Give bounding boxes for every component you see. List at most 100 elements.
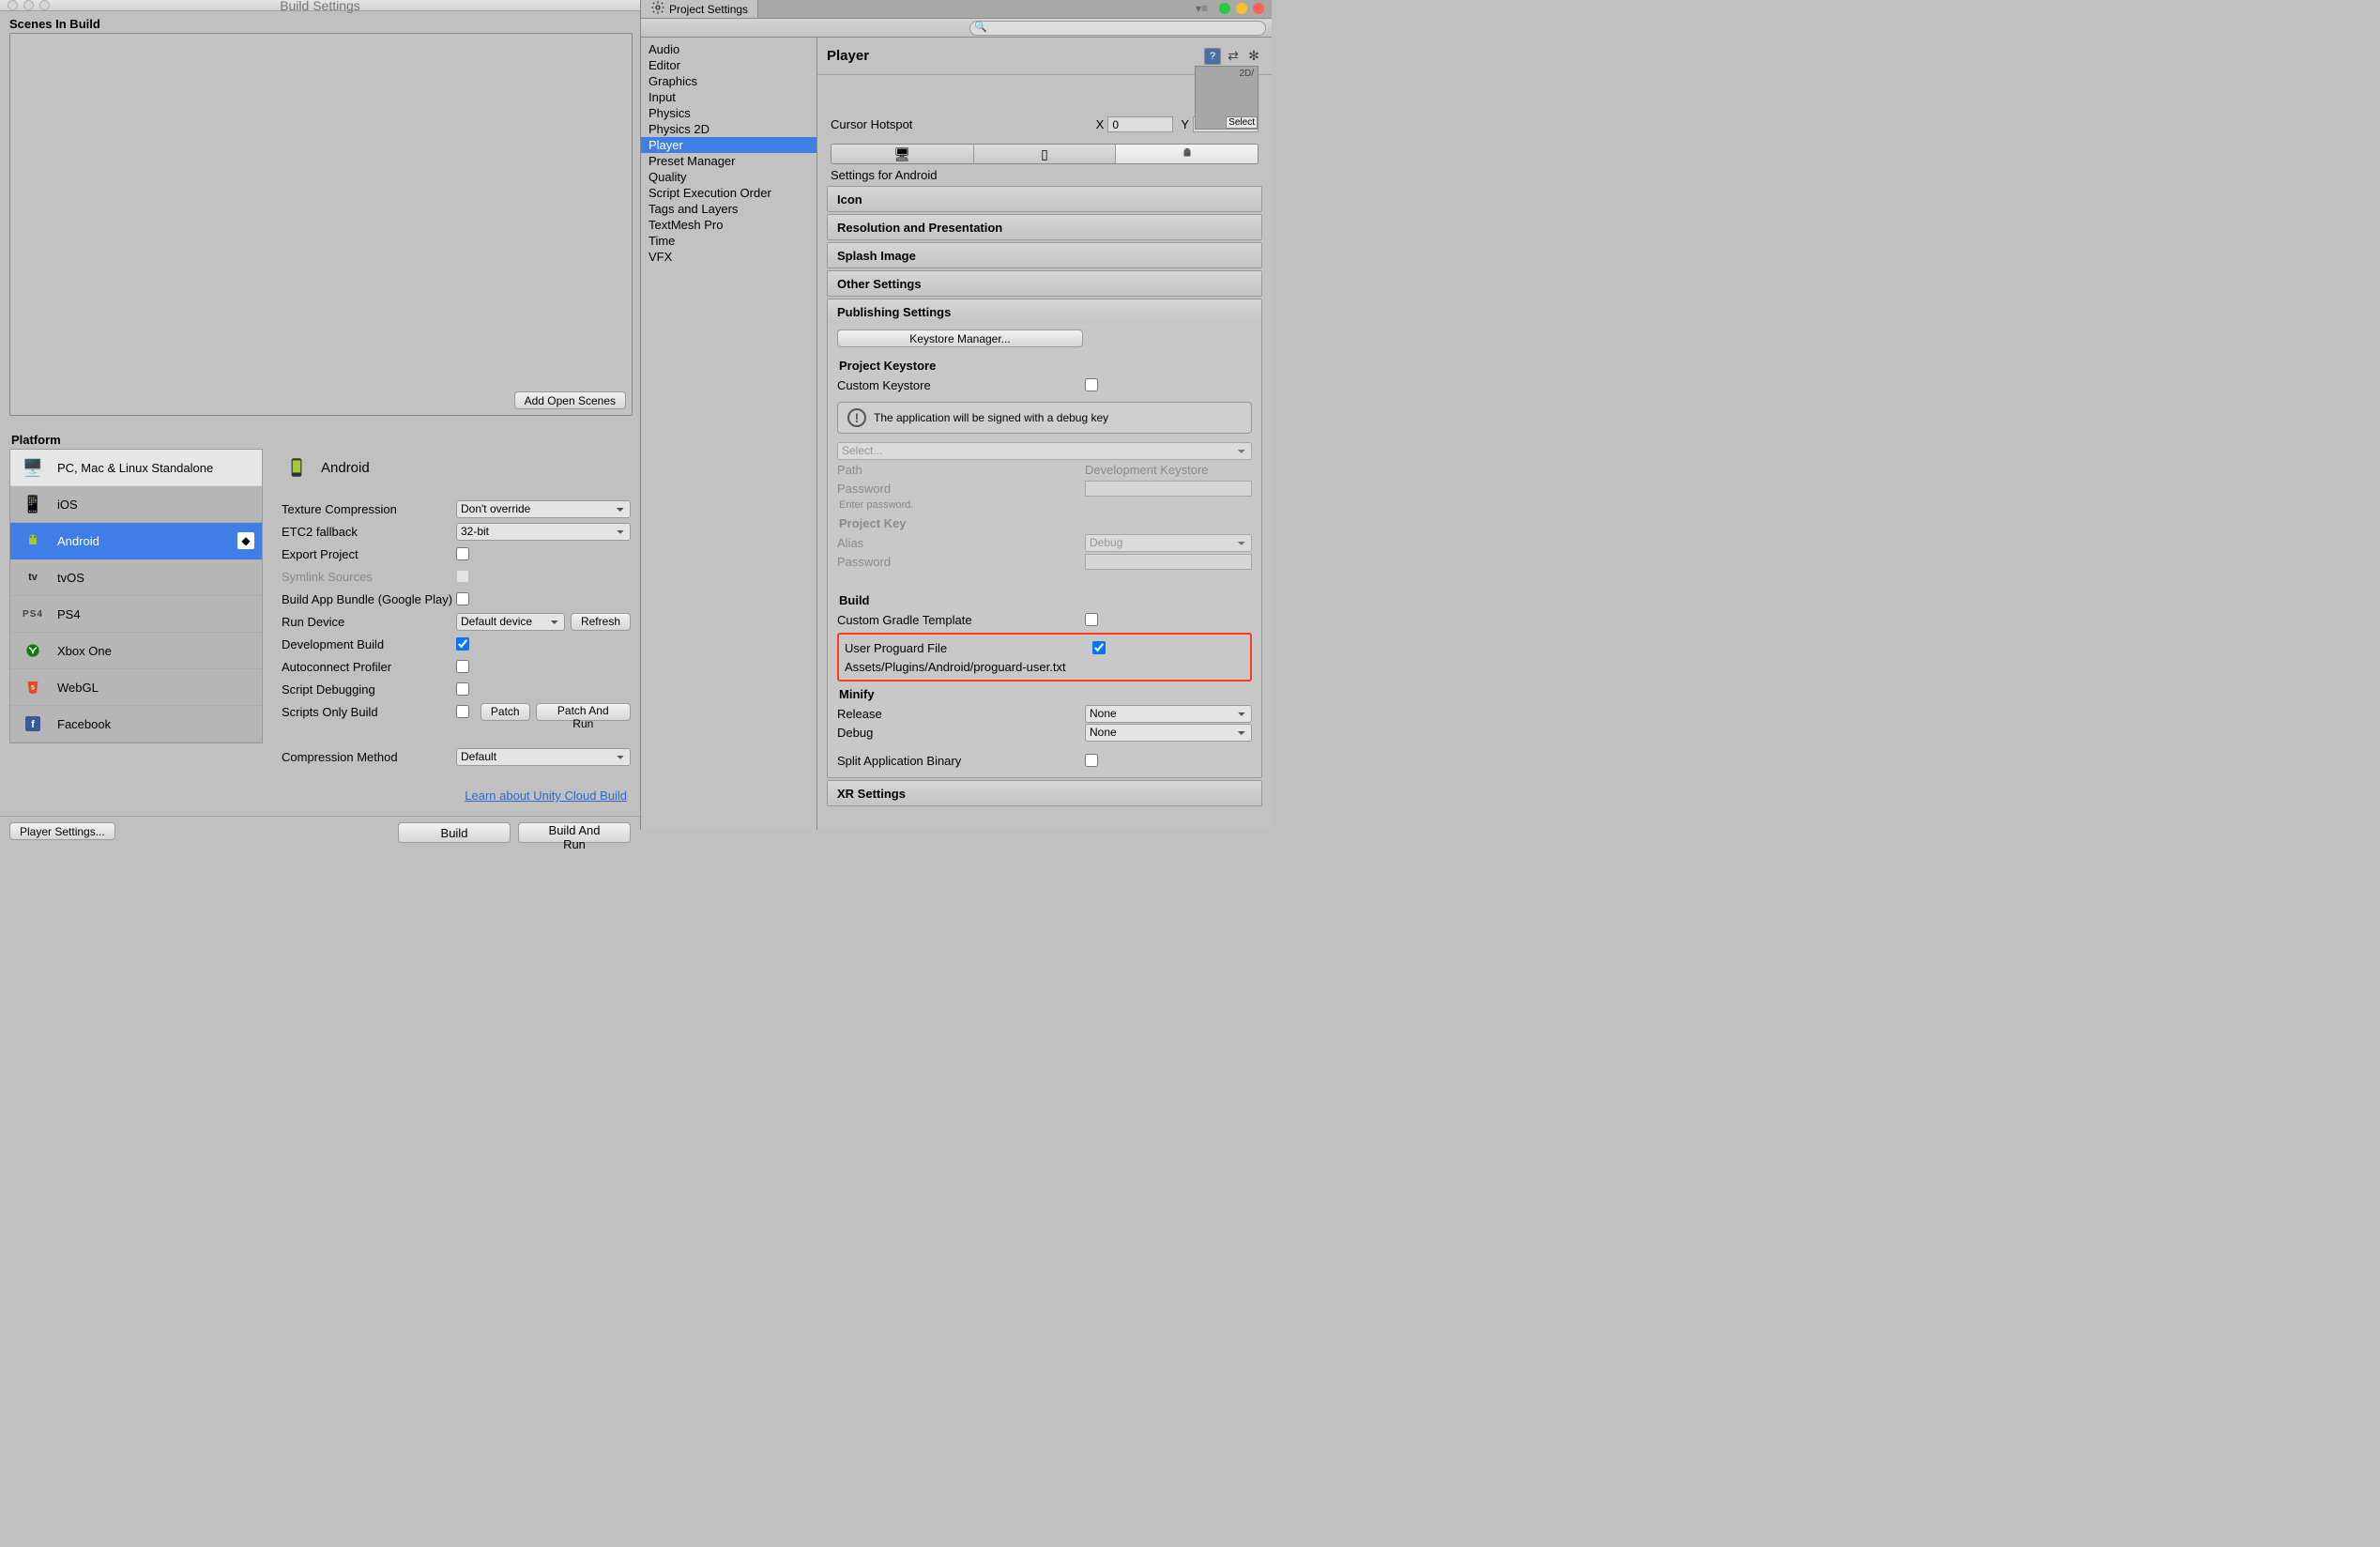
window-dot-min[interactable]: [23, 0, 34, 10]
add-open-scenes-button[interactable]: Add Open Scenes: [514, 391, 626, 409]
build-settings-window: Build Settings Scenes In Build Add Open …: [0, 0, 641, 830]
platform-tvos[interactable]: tv tvOS: [10, 559, 262, 596]
cat-textmesh-pro[interactable]: TextMesh Pro: [641, 217, 816, 233]
alias-select: Debug: [1085, 534, 1252, 552]
tab-menu-icon[interactable]: ▾≡: [1196, 2, 1208, 15]
fold-publishing: Publishing Settings Keystore Manager... …: [827, 299, 1262, 778]
split-binary-checkbox[interactable]: [1085, 754, 1098, 767]
unity-logo-icon: ◆: [237, 532, 254, 549]
scenes-in-build-label: Scenes In Build: [9, 17, 633, 31]
patch-button[interactable]: Patch: [481, 703, 530, 721]
settings-for-android-label: Settings for Android: [817, 164, 1272, 186]
proguard-highlight: User Proguard File Assets/Plugins/Androi…: [837, 633, 1252, 682]
run-device-select[interactable]: Default device: [456, 613, 565, 631]
cat-player[interactable]: Player: [641, 137, 816, 153]
build-button[interactable]: Build: [398, 822, 511, 843]
compression-method-select[interactable]: Default: [456, 748, 631, 766]
cat-tags-layers[interactable]: Tags and Layers: [641, 201, 816, 217]
keystore-manager-button[interactable]: Keystore Manager...: [837, 329, 1083, 347]
platform-ps4[interactable]: PS4 PS4: [10, 596, 262, 633]
custom-gradle-checkbox[interactable]: [1085, 613, 1098, 626]
android-header-icon: [282, 455, 312, 480]
cat-physics-2d[interactable]: Physics 2D: [641, 121, 816, 137]
help-icon[interactable]: ?: [1204, 48, 1221, 65]
app-bundle-checkbox[interactable]: [456, 592, 469, 605]
desktop-icon: 🖥: [893, 146, 910, 162]
platform-xboxone[interactable]: Xbox One: [10, 633, 262, 669]
cat-script-exec-order[interactable]: Script Execution Order: [641, 185, 816, 201]
facebook-icon: f: [18, 712, 48, 736]
minify-debug-select[interactable]: None: [1085, 724, 1252, 742]
project-settings-window: Project Settings ▾≡ 🔍 Audio Editor Graph…: [641, 0, 1272, 830]
gear-icon: [650, 0, 665, 18]
traffic-green[interactable]: [1219, 3, 1230, 14]
cursor-hotspot-label: Cursor Hotspot: [831, 117, 912, 131]
project-settings-search[interactable]: [969, 21, 1266, 36]
fold-resolution[interactable]: Resolution and Presentation: [827, 214, 1262, 240]
development-build-checkbox[interactable]: [456, 637, 469, 651]
cursor-texture-thumb[interactable]: 2D/ Select: [1195, 66, 1259, 130]
learn-cloud-build-link[interactable]: Learn about Unity Cloud Build: [465, 789, 627, 803]
build-titlebar[interactable]: Build Settings: [0, 0, 640, 11]
phone-icon: ▯: [1041, 146, 1048, 162]
fold-other[interactable]: Other Settings: [827, 270, 1262, 297]
fold-splash[interactable]: Splash Image: [827, 242, 1262, 268]
debug-key-info: ! The application will be signed with a …: [837, 402, 1252, 434]
platform-facebook[interactable]: f Facebook: [10, 706, 262, 743]
cat-vfx[interactable]: VFX: [641, 249, 816, 265]
keystore-select: Select...: [837, 442, 1252, 460]
fold-xr[interactable]: XR Settings: [827, 780, 1262, 806]
cursor-hotspot-x[interactable]: [1107, 116, 1173, 132]
cat-graphics[interactable]: Graphics: [641, 73, 816, 89]
traffic-red[interactable]: [1253, 3, 1264, 14]
webgl-icon: 5: [18, 675, 48, 699]
refresh-devices-button[interactable]: Refresh: [571, 613, 631, 631]
fold-icon[interactable]: Icon: [827, 186, 1262, 212]
project-settings-tab[interactable]: Project Settings: [641, 0, 758, 18]
etc2-fallback-select[interactable]: 32-bit: [456, 523, 631, 541]
window-dot-max[interactable]: [39, 0, 50, 10]
settings-gear-icon[interactable]: ✻: [1245, 48, 1262, 65]
cat-input[interactable]: Input: [641, 89, 816, 105]
search-icon: 🔍: [974, 21, 987, 33]
subtab-android[interactable]: [1116, 145, 1258, 163]
platform-android[interactable]: Android ◆: [10, 523, 262, 559]
selected-platform-title: Android: [321, 460, 370, 476]
presets-icon[interactable]: ⇄: [1225, 48, 1242, 65]
patch-and-run-button[interactable]: Patch And Run: [536, 703, 631, 721]
platform-pc[interactable]: 🖥️ PC, Mac & Linux Standalone: [10, 450, 262, 486]
minify-release-select[interactable]: None: [1085, 705, 1252, 723]
proguard-path: Assets/Plugins/Android/proguard-user.txt: [845, 660, 1066, 674]
export-project-checkbox[interactable]: [456, 547, 469, 560]
player-platform-subtabs: 🖥 ▯: [831, 144, 1259, 164]
cat-time[interactable]: Time: [641, 233, 816, 249]
key-password-input: [1085, 554, 1252, 570]
autoconnect-profiler-checkbox[interactable]: [456, 660, 469, 673]
custom-keystore-checkbox[interactable]: [1085, 378, 1098, 391]
platform-list[interactable]: 🖥️ PC, Mac & Linux Standalone 📱 iOS Andr…: [9, 449, 263, 743]
cat-editor[interactable]: Editor: [641, 57, 816, 73]
cat-physics[interactable]: Physics: [641, 105, 816, 121]
tvos-icon: tv: [18, 565, 48, 590]
player-settings-button[interactable]: Player Settings...: [9, 822, 115, 840]
script-debugging-checkbox[interactable]: [456, 682, 469, 696]
user-proguard-checkbox[interactable]: [1092, 641, 1106, 654]
texture-compression-select[interactable]: Don't override: [456, 500, 631, 518]
settings-categories-list[interactable]: Audio Editor Graphics Input Physics Phys…: [641, 38, 817, 830]
subtab-desktop[interactable]: 🖥: [831, 145, 974, 163]
cat-quality[interactable]: Quality: [641, 169, 816, 185]
traffic-yellow[interactable]: [1236, 3, 1247, 14]
android-icon: [18, 528, 48, 553]
cat-audio[interactable]: Audio: [641, 41, 816, 57]
thumb-select-button[interactable]: Select: [1226, 116, 1258, 129]
window-dot-close[interactable]: [8, 0, 18, 10]
scripts-only-checkbox[interactable]: [456, 705, 469, 718]
platform-section-label: Platform: [11, 433, 640, 447]
platform-webgl[interactable]: 5 WebGL: [10, 669, 262, 706]
ps4-icon: PS4: [18, 602, 48, 626]
subtab-ios[interactable]: ▯: [974, 145, 1117, 163]
scenes-list[interactable]: Add Open Scenes: [9, 33, 633, 416]
cat-preset-manager[interactable]: Preset Manager: [641, 153, 816, 169]
platform-ios[interactable]: 📱 iOS: [10, 486, 262, 523]
build-and-run-button[interactable]: Build And Run: [518, 822, 631, 843]
